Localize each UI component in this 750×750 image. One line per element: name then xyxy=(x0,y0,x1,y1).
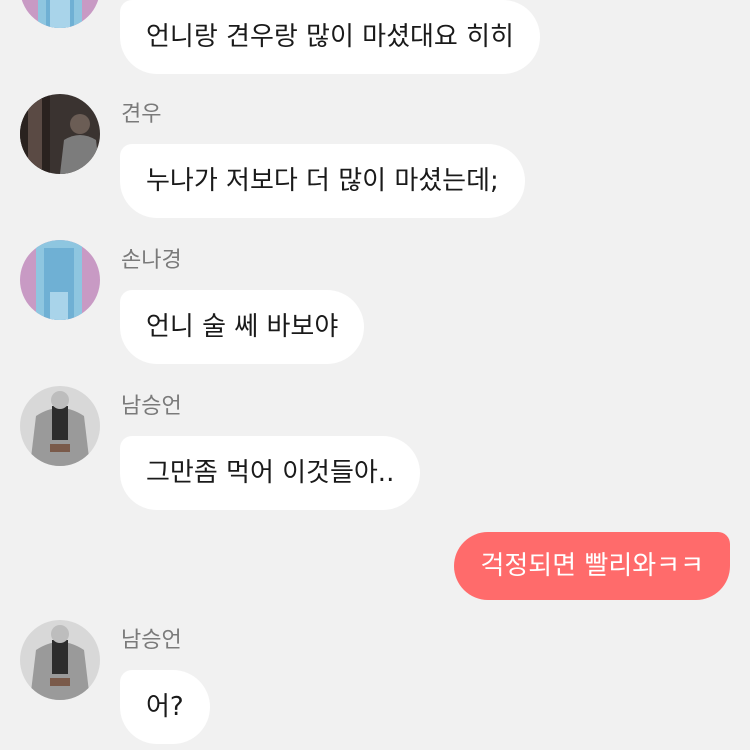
message-bubble[interactable]: 언니랑 견우랑 많이 마셨대요 히히 xyxy=(120,0,540,74)
avatar-nam-seungeon[interactable] xyxy=(20,386,100,466)
avatar-nam-seungeon[interactable] xyxy=(20,620,100,700)
message-bubble[interactable]: 그만좀 먹어 이것들아.. xyxy=(120,436,421,510)
chat-message-list: 언니랑 견우랑 많이 마셨대요 히히 견우 누나가 저보다 더 많이 마셨는데;… xyxy=(0,0,750,750)
profile-photo-icon xyxy=(20,620,100,700)
sender-name: 견우 xyxy=(121,102,162,127)
avatar-gyeonu[interactable] xyxy=(20,94,100,174)
profile-photo-icon xyxy=(20,0,100,28)
avatar-son-nagyeong[interactable] xyxy=(20,240,100,320)
profile-photo-icon xyxy=(20,94,100,174)
outgoing-message-bubble[interactable]: 걱정되면 빨리와ㅋㅋ xyxy=(454,532,730,600)
message-bubble[interactable]: 어? xyxy=(120,670,210,744)
sender-name: 남승언 xyxy=(121,394,182,419)
sender-name: 손나경 xyxy=(121,248,182,273)
message-bubble[interactable]: 누나가 저보다 더 많이 마셨는데; xyxy=(120,144,525,218)
sender-name: 남승언 xyxy=(121,628,182,653)
avatar-son-nagyeong[interactable] xyxy=(20,0,100,28)
profile-photo-icon xyxy=(20,240,100,320)
message-bubble[interactable]: 언니 술 쎄 바보야 xyxy=(120,290,365,364)
profile-photo-icon xyxy=(20,386,100,466)
